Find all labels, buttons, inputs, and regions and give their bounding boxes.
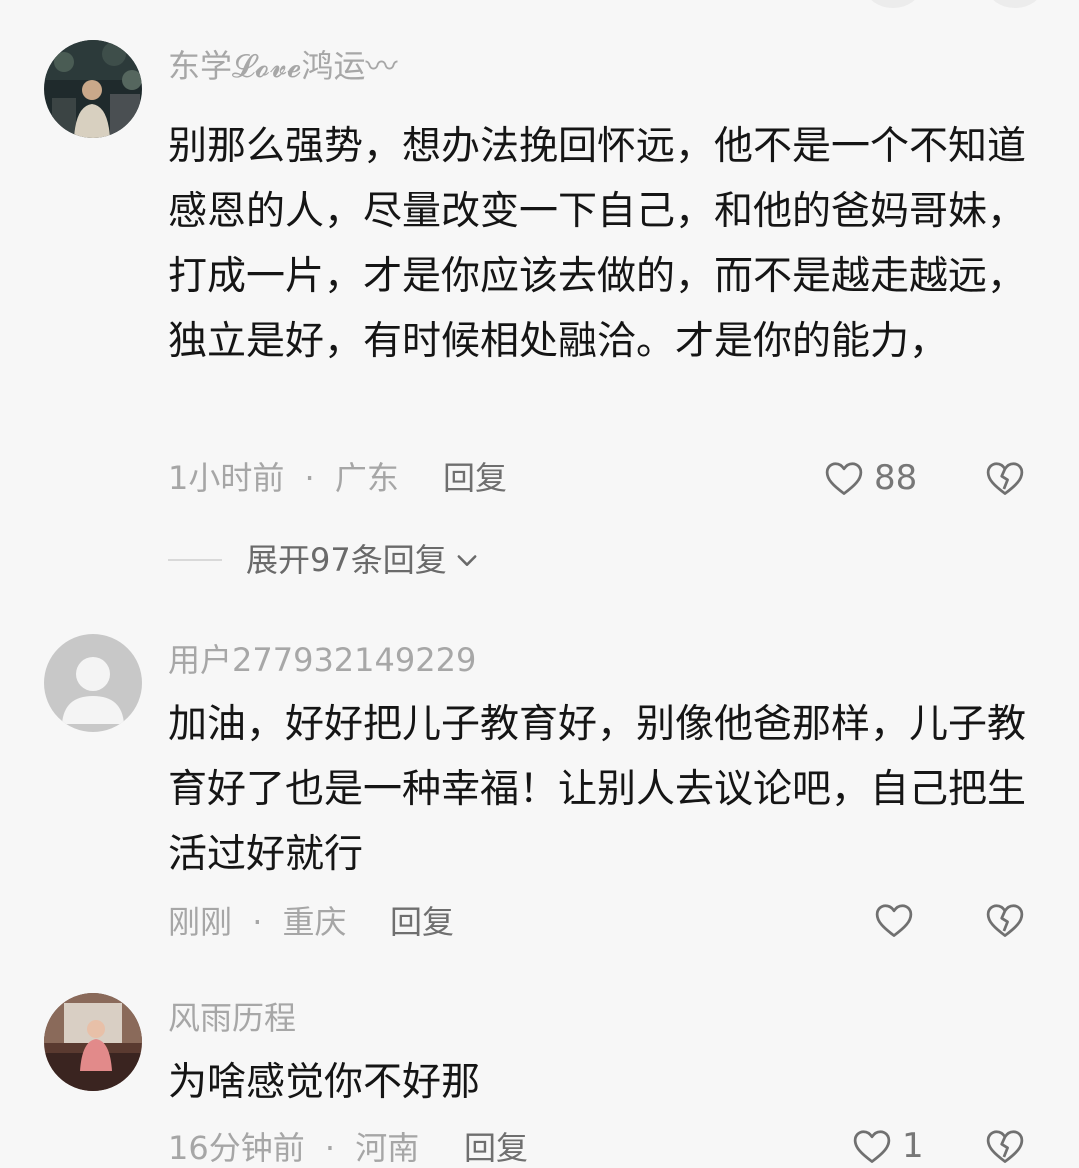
like-count: 1 bbox=[902, 1126, 924, 1166]
like-count: 88 bbox=[874, 458, 918, 498]
avatar[interactable] bbox=[44, 993, 142, 1091]
comment-username[interactable]: 风雨历程 bbox=[168, 998, 296, 1038]
comment-text: 加油，好好把儿子教育好，别像他爸那样，儿子教育好了也是一种幸福！让别人去议论吧，… bbox=[168, 702, 1027, 877]
comment-time: 16分钟前 bbox=[168, 1129, 305, 1167]
comment-username[interactable]: 用户277932149229 bbox=[168, 640, 476, 680]
heart-outline-icon bbox=[822, 456, 866, 500]
heart-outline-icon bbox=[850, 1124, 894, 1168]
comment-text: 别那么强势，想办法挽回怀远，他不是一个不知道感恩的人，尽量改变一下自己，和他的爸… bbox=[168, 124, 1027, 364]
comment-meta: 16分钟前 · 河南 bbox=[168, 1128, 419, 1168]
reply-button[interactable]: 回复 bbox=[390, 902, 454, 942]
default-user-icon bbox=[62, 657, 124, 724]
avatar[interactable] bbox=[44, 634, 142, 732]
comment-text: 为啥感觉你不好那 bbox=[168, 1060, 481, 1105]
comment-time: 1小时前 bbox=[168, 459, 285, 497]
meta-separator: · bbox=[252, 903, 263, 941]
broken-heart-icon bbox=[983, 456, 1027, 500]
like-button[interactable] bbox=[872, 898, 924, 942]
comment-time: 刚刚 bbox=[168, 903, 233, 941]
chevron-down-icon bbox=[453, 546, 481, 574]
divider bbox=[168, 559, 222, 561]
meta-separator: · bbox=[324, 1129, 336, 1167]
dislike-button[interactable] bbox=[983, 456, 1027, 500]
avatar[interactable] bbox=[44, 40, 142, 138]
meta-separator: · bbox=[304, 459, 315, 497]
partial-top-button bbox=[866, 0, 920, 8]
reply-button[interactable]: 回复 bbox=[464, 1128, 528, 1168]
expand-replies[interactable]: 展开97条回复 bbox=[168, 540, 481, 580]
comment-meta: 1小时前 · 广东 bbox=[168, 458, 399, 498]
like-button[interactable]: 88 bbox=[822, 456, 917, 500]
like-button[interactable]: 1 bbox=[850, 1124, 924, 1168]
dislike-button[interactable] bbox=[983, 1124, 1027, 1168]
comment-location: 重庆 bbox=[282, 903, 347, 941]
comment-location: 河南 bbox=[355, 1129, 420, 1167]
broken-heart-icon bbox=[983, 898, 1027, 942]
comment-meta: 刚刚 · 重庆 bbox=[168, 902, 347, 942]
comment-username[interactable]: 东学𝓛𝓸𝓿𝓮鸿运〰 bbox=[168, 46, 398, 86]
reply-button[interactable]: 回复 bbox=[443, 458, 507, 498]
expand-replies-label: 展开97条回复 bbox=[246, 541, 447, 579]
heart-outline-icon bbox=[872, 898, 916, 942]
partial-top-button bbox=[988, 0, 1042, 8]
dislike-button[interactable] bbox=[983, 898, 1027, 942]
broken-heart-icon bbox=[983, 1124, 1027, 1168]
comment-location: 广东 bbox=[334, 459, 399, 497]
